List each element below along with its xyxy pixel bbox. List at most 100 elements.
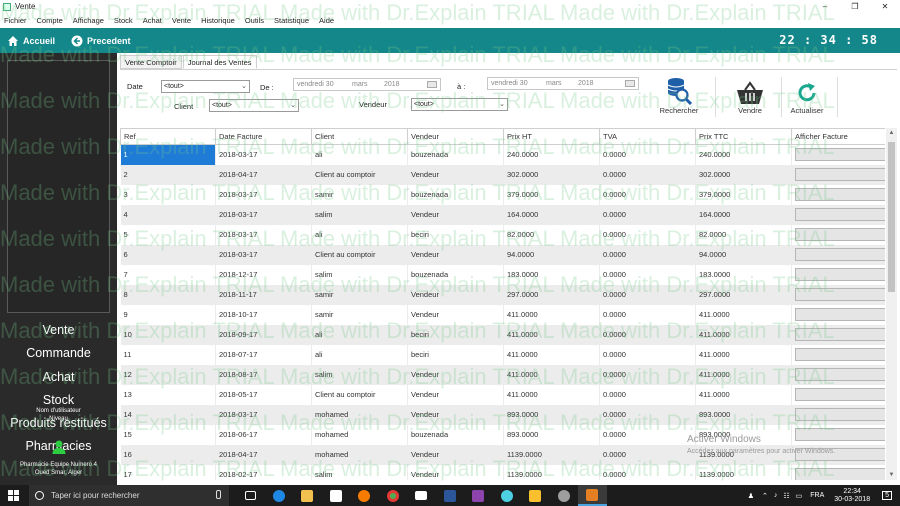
column-header[interactable]: Afficher Facture xyxy=(791,128,885,145)
rechercher-button[interactable]: Rechercher xyxy=(654,75,704,119)
afficher-facture-button[interactable] xyxy=(795,288,885,301)
sidebar-item-achat[interactable]: Achat xyxy=(0,366,117,389)
menu-item-achat[interactable]: Achat xyxy=(143,16,162,25)
column-header[interactable]: Vendeur xyxy=(407,128,504,145)
table-row[interactable]: 5 2018-03-17 ali beciri 82.0000 0.0000 82.0000 xyxy=(120,224,885,245)
sidebar-item-commande[interactable]: Commande xyxy=(0,342,117,365)
app-icon-person[interactable] xyxy=(493,485,522,506)
afficher-facture-button[interactable] xyxy=(795,268,885,281)
table-row[interactable]: 4 2018-03-17 salim Vendeur 164.0000 0.0000 164… xyxy=(120,204,885,225)
menu-item-stock[interactable]: Stock xyxy=(114,16,133,25)
visual-studio-icon[interactable] xyxy=(464,485,493,506)
edge-icon[interactable] xyxy=(265,485,294,506)
afficher-facture-button[interactable] xyxy=(795,388,885,401)
file-explorer-icon[interactable] xyxy=(293,485,322,506)
afficher-facture-button[interactable] xyxy=(795,308,885,321)
table-cell: 2018-08-17 xyxy=(215,364,312,385)
table-cell: 302.0000 xyxy=(695,164,792,185)
afficher-facture-button[interactable] xyxy=(795,408,885,421)
people-icon[interactable]: ♟ xyxy=(748,492,754,500)
menu-item-historique[interactable]: Historique xyxy=(201,16,235,25)
windows-start-icon[interactable] xyxy=(8,490,19,501)
column-header[interactable]: Prix TTC xyxy=(695,128,792,145)
calendar-icon[interactable] xyxy=(427,81,437,88)
tray-chevron-icon[interactable]: ⌃ xyxy=(762,492,768,500)
table-row[interactable]: 10 2018-09-17 ali beciri 411.0000 0.0000 411.0… xyxy=(120,324,885,345)
table-cell: 2018-03-17 xyxy=(215,144,312,165)
afficher-facture-button[interactable] xyxy=(795,248,885,261)
maximize-button[interactable]: ❐ xyxy=(840,0,870,13)
scroll-thumb[interactable] xyxy=(888,142,895,292)
table-row[interactable]: 12 2018-08-17 salim Vendeur 411.0000 0.0000 41… xyxy=(120,364,885,385)
afficher-facture-button[interactable] xyxy=(795,328,885,341)
menu-item-compte[interactable]: Compte xyxy=(37,16,63,25)
notifications-icon[interactable]: 5 xyxy=(882,491,892,500)
back-button[interactable]: Precedent xyxy=(71,28,131,53)
scroll-down-icon[interactable]: ▼ xyxy=(886,470,897,480)
battery-icon[interactable]: ▭ xyxy=(796,492,803,500)
tab-journal-des-ventes[interactable]: Journal des Ventes xyxy=(182,55,257,69)
close-button[interactable]: ✕ xyxy=(870,0,900,13)
task-view-icon[interactable] xyxy=(236,485,265,506)
menu-item-aide[interactable]: Aide xyxy=(319,16,334,25)
table-row[interactable]: 3 2018-03-17 samir bouzenada 379.0000 0.0000 3… xyxy=(120,184,885,205)
table-row[interactable]: 7 2018-12-17 salim bouzenada 183.0000 0.0000 1… xyxy=(120,264,885,285)
afficher-facture-button[interactable] xyxy=(795,148,885,162)
afficher-facture-button[interactable] xyxy=(795,348,885,361)
taskbar-search[interactable]: Taper ici pour rechercher xyxy=(29,485,229,506)
network-icon[interactable]: ☷ xyxy=(783,492,789,500)
column-header[interactable]: Client xyxy=(311,128,408,145)
table-row[interactable]: 11 2018-07-17 ali beciri 411.0000 0.0000 411.0… xyxy=(120,344,885,365)
minimize-button[interactable]: – xyxy=(810,0,840,13)
afficher-facture-button[interactable] xyxy=(795,468,885,480)
afficher-facture-button[interactable] xyxy=(795,188,885,201)
volume-icon[interactable]: ♪ xyxy=(774,492,778,499)
table-cell: mohamed xyxy=(311,424,408,445)
table-row[interactable]: 1 2018-03-17 ali bouzenada 240.0000 0.0000 240… xyxy=(120,144,885,165)
chrome-icon[interactable] xyxy=(379,485,408,506)
afficher-facture-button[interactable] xyxy=(795,168,885,181)
app-icon-tool[interactable] xyxy=(550,485,579,506)
firefox-icon[interactable] xyxy=(350,485,379,506)
language-indicator[interactable]: FRA xyxy=(810,492,824,499)
actualiser-button[interactable]: Actualiser xyxy=(782,75,832,119)
word-icon[interactable] xyxy=(436,485,465,506)
afficher-facture-button[interactable] xyxy=(795,228,885,241)
microphone-icon[interactable] xyxy=(216,490,221,499)
table-row[interactable]: 2 2018-04-17 Client au comptoir Vendeur 302.… xyxy=(120,164,885,185)
mail-icon[interactable] xyxy=(407,485,436,506)
table-row[interactable]: 6 2018-03-17 Client au comptoir Vendeur 94.0… xyxy=(120,244,885,265)
menu-item-statistique[interactable]: Statistique xyxy=(274,16,309,25)
menu-item-affichage[interactable]: Affichage xyxy=(73,16,104,25)
table-row[interactable]: 13 2018-05-17 Client au comptoir Vendeur 411… xyxy=(120,384,885,405)
date-select[interactable]: <tout> ⌄ xyxy=(161,80,250,93)
sidebar-item-vente[interactable]: Vente xyxy=(0,319,117,342)
store-icon[interactable] xyxy=(322,485,351,506)
column-header[interactable]: Ref xyxy=(120,128,216,145)
table-row[interactable]: 14 2018-03-17 mohamed Vendeur 893.0000 0.0000… xyxy=(120,404,885,425)
column-header[interactable]: Date Facture xyxy=(215,128,312,145)
pharmacy-app-icon[interactable] xyxy=(578,485,607,506)
menu-item-outils[interactable]: Outils xyxy=(245,16,264,25)
vendre-button[interactable]: Vendre xyxy=(725,75,775,119)
table-row[interactable]: 9 2018-10-17 samir Vendeur 411.0000 0.0000 411… xyxy=(120,304,885,325)
table-row[interactable]: 17 2018-02-17 salim Vendeur 1139.0000 0.0000 1… xyxy=(120,464,885,480)
to-date-picker[interactable]: vendredi 30 mars 2018 xyxy=(487,77,639,90)
home-button[interactable]: Accueil xyxy=(7,28,55,53)
column-header[interactable]: TVA xyxy=(599,128,696,145)
vendeur-select[interactable]: <tout> ⌄ xyxy=(411,98,508,111)
table-row[interactable]: 8 2018-11-17 samir Vendeur 297.0000 0.0000 297… xyxy=(120,284,885,305)
taskbar-clock[interactable]: 22:34 30-03-2018 xyxy=(834,488,870,504)
scroll-up-icon[interactable]: ▲ xyxy=(886,128,897,138)
menu-item-fichier[interactable]: Fichier xyxy=(4,16,27,25)
afficher-facture-button[interactable] xyxy=(795,208,885,221)
calendar-icon[interactable] xyxy=(625,80,635,87)
python-icon[interactable] xyxy=(521,485,550,506)
column-header[interactable]: Prix HT xyxy=(503,128,600,145)
afficher-facture-button[interactable] xyxy=(795,368,885,381)
from-date-picker[interactable]: vendredi 30 mars 2018 xyxy=(293,78,441,91)
menu-item-vente[interactable]: Vente xyxy=(172,16,191,25)
tab-vente-comptoir[interactable]: Vente Comptoir xyxy=(120,55,182,69)
client-select[interactable]: <tout> ⌄ xyxy=(209,99,299,112)
vertical-scrollbar[interactable]: ▲ ▼ xyxy=(886,128,897,480)
